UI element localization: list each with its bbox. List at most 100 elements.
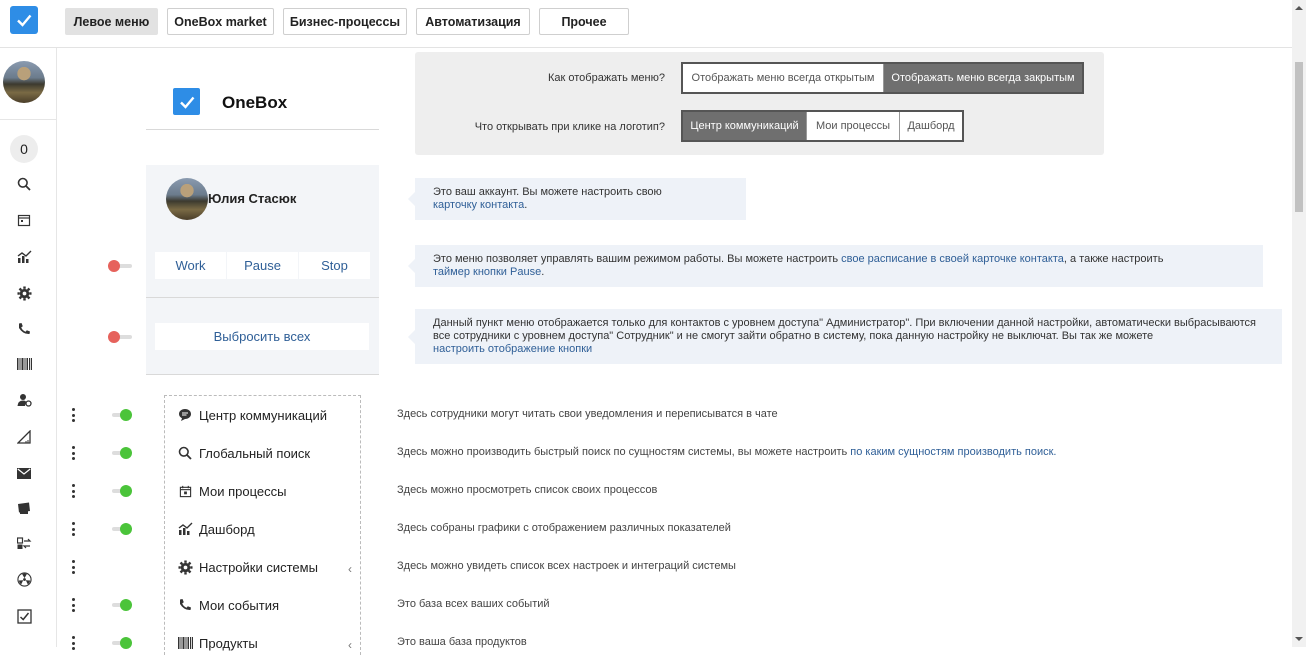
- menu-item[interactable]: Дашборд: [165, 510, 360, 548]
- menu-item-description: Здесь собраны графики с отображением раз…: [397, 522, 731, 534]
- menu-item-description: Здесь можно увидеть список всех настроек…: [397, 560, 736, 572]
- chat-icon: [177, 407, 193, 423]
- scroll-down-icon[interactable]: [1295, 635, 1303, 643]
- checkbox-icon[interactable]: [14, 606, 34, 626]
- phone-icon: [177, 597, 193, 613]
- drag-handle-icon[interactable]: [70, 484, 76, 498]
- gear-icon: [177, 559, 193, 575]
- kick-all-card: Выбросить всех: [146, 298, 379, 375]
- drag-handle-icon[interactable]: [70, 408, 76, 422]
- drag-handle-icon[interactable]: [70, 598, 76, 612]
- radiation-icon[interactable]: [14, 569, 34, 589]
- menu-display-toggle: Отображать меню всегда открытым Отобража…: [681, 62, 1084, 94]
- top-bar: Левое меню OneBox market Бизнес-процессы…: [0, 0, 1292, 48]
- tip-text: Это ваш аккаунт. Вы можете настроить сво…: [433, 186, 662, 198]
- contact-card-link[interactable]: карточку контакта: [433, 199, 524, 211]
- kick-all-tip: Данный пункт меню отображается только дл…: [408, 309, 1282, 364]
- transfer-icon[interactable]: [14, 533, 34, 553]
- printer-icon[interactable]: [14, 498, 34, 518]
- drag-handle-icon[interactable]: [70, 560, 76, 574]
- menu-item-toggle[interactable]: [108, 485, 132, 497]
- page-scrollbar[interactable]: [1292, 0, 1306, 647]
- app-logo[interactable]: [10, 6, 38, 34]
- chart-icon[interactable]: [14, 247, 34, 267]
- option-dashboard[interactable]: Дашборд: [900, 112, 962, 140]
- schedule-link[interactable]: свое расписание в своей карточке контакт…: [841, 253, 1064, 265]
- pause-timer-link[interactable]: таймер кнопки Pause: [433, 266, 541, 278]
- menu-item-label: Глобальный поиск: [199, 446, 311, 461]
- work-button[interactable]: Work: [155, 252, 226, 279]
- barcode-icon: [177, 635, 193, 651]
- brand-name: OneBox: [222, 93, 288, 112]
- mail-icon[interactable]: [14, 463, 34, 483]
- tab-onebox-market[interactable]: OneBox market: [167, 8, 274, 35]
- search-icon[interactable]: [14, 174, 34, 194]
- stop-button[interactable]: Stop: [299, 252, 370, 279]
- kick-all-toggle[interactable]: [108, 331, 132, 343]
- check-icon: [17, 14, 32, 27]
- tab-other[interactable]: Прочее: [539, 8, 629, 35]
- menu-item[interactable]: Мои процессы: [165, 472, 360, 510]
- drag-handle-icon[interactable]: [70, 446, 76, 460]
- avatar[interactable]: [3, 61, 45, 103]
- notification-counter[interactable]: 0: [10, 135, 38, 163]
- pause-button[interactable]: Pause: [227, 252, 298, 279]
- menu-item-toggle[interactable]: [108, 409, 132, 421]
- menu-item[interactable]: Продукты ‹: [165, 624, 360, 662]
- search-settings-link[interactable]: по каким сущностям производить поиск.: [850, 446, 1056, 458]
- drag-handle-icon[interactable]: [70, 522, 76, 536]
- menu-item[interactable]: Центр коммуникаций: [165, 396, 360, 434]
- user-settings-icon[interactable]: [14, 390, 34, 410]
- menu-item[interactable]: Глобальный поиск: [165, 434, 360, 472]
- barcode-icon[interactable]: [14, 354, 34, 374]
- phone-icon[interactable]: [14, 319, 34, 339]
- tip-text: Данный пункт меню отображается только дл…: [433, 317, 1256, 342]
- menu-item[interactable]: Мои события: [165, 586, 360, 624]
- tab-business-processes[interactable]: Бизнес-процессы: [283, 8, 407, 35]
- menu-item-description: Здесь сотрудники могут читать свои уведо…: [397, 408, 778, 420]
- menu-item-label: Продукты: [199, 636, 258, 651]
- chevron-left-icon[interactable]: ‹: [348, 562, 352, 576]
- menu-preview-brand: OneBox: [146, 78, 379, 130]
- gear-icon[interactable]: [14, 283, 34, 303]
- drag-handle-icon[interactable]: [70, 636, 76, 650]
- user-name: Юлия Стасюк: [208, 191, 297, 206]
- calendar-icon: [177, 483, 193, 499]
- logo-click-toggle: Центр коммуникаций Мои процессы Дашборд: [681, 110, 964, 142]
- menu-item-toggle[interactable]: [108, 447, 132, 459]
- menu-display-label: Как отображать меню?: [547, 72, 665, 84]
- left-sidebar: 0: [0, 48, 57, 647]
- tab-automation[interactable]: Автоматизация: [416, 8, 530, 35]
- menu-item-label: Дашборд: [199, 522, 255, 537]
- menu-item-label: Центр коммуникаций: [199, 408, 328, 423]
- menu-item-description: Это база всех ваших событий: [397, 598, 550, 610]
- tab-left-menu[interactable]: Левое меню: [65, 8, 158, 35]
- menu-item[interactable]: Настройки системы ‹: [165, 548, 360, 586]
- menu-item-description: Это ваша база продуктов: [397, 636, 527, 648]
- kick-all-button[interactable]: Выбросить всех: [155, 323, 369, 350]
- user-avatar: [166, 178, 208, 220]
- button-display-link[interactable]: настроить отображение кнопки: [433, 343, 592, 355]
- menu-item-description: Здесь можно производить быстрый поиск по…: [397, 446, 1057, 458]
- menu-item-toggle[interactable]: [108, 637, 132, 649]
- option-always-closed[interactable]: Отображать меню всегда закрытым: [884, 64, 1082, 92]
- check-icon: [179, 96, 194, 109]
- option-always-open[interactable]: Отображать меню всегда открытым: [683, 64, 884, 92]
- scroll-up-icon[interactable]: [1295, 4, 1303, 12]
- menu-item-toggle[interactable]: [108, 523, 132, 535]
- menu-item-toggle[interactable]: [108, 599, 132, 611]
- menu-settings-panel: Как отображать меню? Отображать меню все…: [415, 52, 1104, 155]
- work-mode-tip: Это меню позволяет управлять вашим режим…: [408, 245, 1263, 287]
- brand-logo: [173, 88, 200, 115]
- menu-item-description: Здесь можно просмотреть список своих про…: [397, 484, 658, 496]
- menu-item-label: Мои процессы: [199, 484, 287, 499]
- chevron-left-icon[interactable]: ‹: [348, 638, 352, 652]
- option-communication-center[interactable]: Центр коммуникаций: [683, 112, 807, 140]
- work-mode-toggle[interactable]: [108, 260, 132, 272]
- account-card: Юлия Стасюк Work Pause Stop: [146, 165, 379, 298]
- scroll-thumb[interactable]: [1295, 62, 1303, 212]
- search-icon: [177, 445, 193, 461]
- ruler-icon[interactable]: [14, 427, 34, 447]
- option-my-processes[interactable]: Мои процессы: [807, 112, 900, 140]
- calendar-icon[interactable]: [14, 210, 34, 230]
